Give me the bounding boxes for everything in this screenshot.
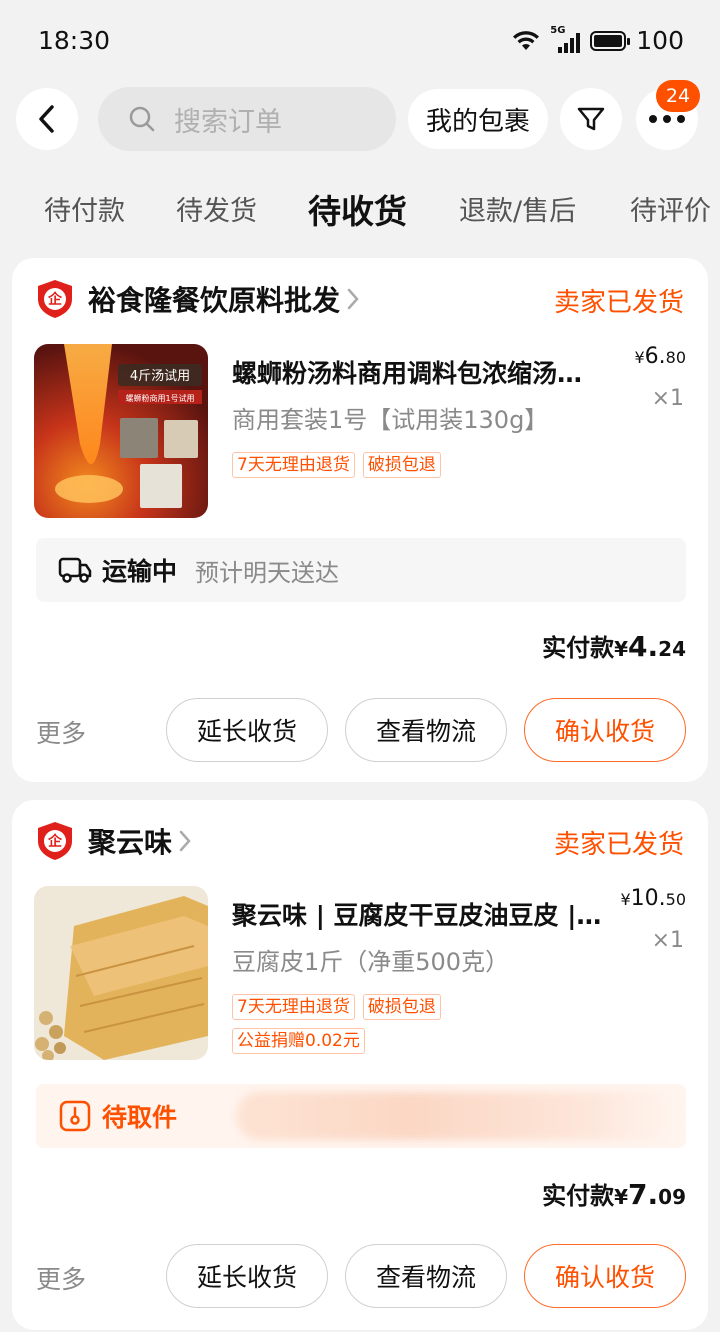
tab-pending-shipment[interactable]: 待发货 xyxy=(176,186,257,238)
service-tags: 7天无理由退货 破损包退 xyxy=(232,452,532,478)
filter-button[interactable] xyxy=(560,88,622,150)
order-status: 卖家已发货 xyxy=(553,830,684,860)
filter-icon xyxy=(577,107,605,131)
battery-icon xyxy=(590,30,631,51)
svg-text:企: 企 xyxy=(47,291,63,308)
image-subcaption: 螺蛳粉商用1号试用 xyxy=(125,393,194,403)
paid-amount: 实付款¥7.09 xyxy=(542,1178,686,1211)
pickup-locker-icon xyxy=(59,1100,91,1132)
product-spec: 商用套装1号【试用装130g】 xyxy=(232,406,549,434)
service-tag: 破损包退 xyxy=(362,452,441,478)
more-link[interactable]: 更多 xyxy=(36,1260,86,1296)
message-badge: 24 xyxy=(656,80,700,112)
logistics-bar[interactable]: 运输中 预计明天送达 xyxy=(36,538,686,602)
service-tag: 破损包退 xyxy=(362,994,441,1020)
order-card: 企 聚云味 卖家已发货 聚云味 | 豆腐皮干豆皮油豆皮 |… 豆腐皮1斤（净重5… xyxy=(12,800,708,1330)
service-tags: 7天无理由退货 破损包退 公益捐赠0.02元 xyxy=(232,994,532,1054)
order-status: 卖家已发货 xyxy=(553,288,684,318)
extend-receipt-button[interactable]: 延长收货 xyxy=(166,1244,328,1308)
wifi-icon xyxy=(513,30,540,50)
confirm-receipt-button[interactable]: 确认收货 xyxy=(524,698,686,762)
view-logistics-button[interactable]: 查看物流 xyxy=(345,698,507,762)
charity-tag: 公益捐赠0.02元 xyxy=(232,1028,365,1054)
product-spec: 豆腐皮1斤（净重500克） xyxy=(232,948,510,976)
product-image[interactable]: 4斤汤试用 螺蛳粉商用1号试用 xyxy=(34,344,208,518)
my-packages-button[interactable]: 我的包裹 xyxy=(408,89,548,149)
unit-price: ¥10.50 xyxy=(620,886,686,911)
logistics-status: 运输中 xyxy=(102,557,178,586)
top-nav: 搜索订单 我的包裹 24 xyxy=(0,80,720,151)
status-time: 18:30 xyxy=(38,26,111,55)
logistics-desc: 预计明天送达 xyxy=(195,558,340,587)
status-bar: 18:30 5G 100 xyxy=(0,0,720,84)
search-input[interactable]: 搜索订单 xyxy=(98,87,396,151)
logistics-bar[interactable]: 待取件 xyxy=(36,1084,686,1148)
back-button[interactable] xyxy=(16,88,78,150)
cell-signal-icon: 5G xyxy=(550,25,581,53)
battery-level: 100 xyxy=(636,26,684,55)
enterprise-shield-icon: 企 xyxy=(38,822,72,860)
redacted-area xyxy=(236,1092,676,1140)
order-card: 企 裕食隆餐饮原料批发 卖家已发货 4斤汤试用 螺蛳粉商用1号试用 螺蛳粉汤料商… xyxy=(12,258,708,782)
image-caption: 4斤汤试用 xyxy=(130,369,190,384)
view-logistics-button[interactable]: 查看物流 xyxy=(345,1244,507,1308)
product-title[interactable]: 螺蛳粉汤料商用调料包浓缩汤… xyxy=(232,354,610,390)
paid-amount: 实付款¥4.24 xyxy=(542,630,686,663)
tofu-skin-product-photo xyxy=(34,886,208,1060)
chevron-left-icon xyxy=(39,105,54,133)
product-title[interactable]: 聚云味 | 豆腐皮干豆皮油豆皮 |… xyxy=(232,896,610,932)
soup-product-photo: 4斤汤试用 螺蛳粉商用1号试用 xyxy=(34,344,208,518)
truck-icon xyxy=(58,557,92,583)
shop-link[interactable]: 企 裕食隆餐饮原料批发 xyxy=(36,278,360,320)
status-icons: 5G 100 xyxy=(512,25,684,55)
product-image[interactable] xyxy=(34,886,208,1060)
tab-pending-payment[interactable]: 待付款 xyxy=(44,186,125,238)
chevron-right-icon xyxy=(347,288,359,310)
quantity: ×1 xyxy=(651,928,684,953)
tab-pending-receipt[interactable]: 待收货 xyxy=(308,186,407,238)
confirm-receipt-button[interactable]: 确认收货 xyxy=(524,1244,686,1308)
more-link[interactable]: 更多 xyxy=(36,714,86,750)
shop-name: 裕食隆餐饮原料批发 xyxy=(88,284,341,317)
tab-refund-aftersales[interactable]: 退款/售后 xyxy=(459,186,576,238)
service-tag: 7天无理由退货 xyxy=(232,994,355,1020)
extend-receipt-button[interactable]: 延长收货 xyxy=(166,698,328,762)
unit-price: ¥6.80 xyxy=(634,344,686,369)
shop-link[interactable]: 企 聚云味 xyxy=(36,820,192,862)
search-icon xyxy=(129,106,155,132)
order-status-tabs: 待付款 待发货 待收货 退款/售后 待评价 xyxy=(0,186,720,238)
shop-name: 聚云味 xyxy=(88,826,173,859)
svg-text:企: 企 xyxy=(47,833,63,850)
tab-pending-review[interactable]: 待评价 xyxy=(630,186,711,238)
chevron-right-icon xyxy=(179,830,191,852)
service-tag: 7天无理由退货 xyxy=(232,452,355,478)
more-dots-icon xyxy=(649,115,685,123)
quantity: ×1 xyxy=(651,386,684,411)
search-placeholder: 搜索订单 xyxy=(174,106,282,138)
logistics-status: 待取件 xyxy=(102,1103,178,1132)
more-button[interactable]: 24 xyxy=(636,80,700,150)
enterprise-shield-icon: 企 xyxy=(38,280,72,318)
